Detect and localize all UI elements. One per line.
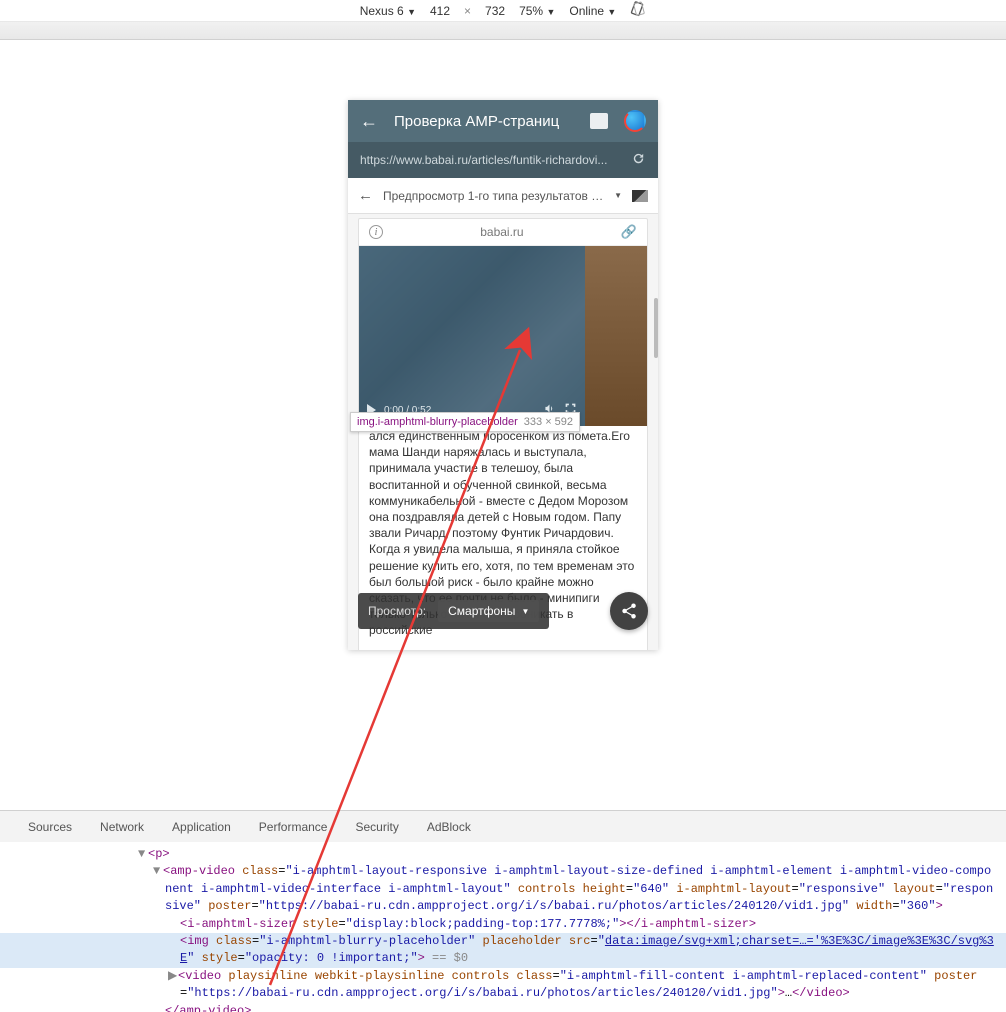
refresh-icon[interactable] [631,151,646,169]
viewport-height[interactable]: 732 [485,4,505,18]
tab-adblock[interactable]: AdBlock [427,820,471,834]
view-label: Просмотр: [368,604,426,618]
link-icon[interactable]: 🔗 [621,224,637,240]
card-header: i babai.ru 🔗 [359,219,647,246]
tab-security[interactable]: Security [355,820,398,834]
viewport-width[interactable]: 412 [430,4,450,18]
code-line[interactable]: ▼<amp-video class="i-amphtml-layout-resp… [0,863,1006,915]
scrollbar-thumb[interactable] [654,298,658,358]
preview-label: Предпросмотр 1-го типа результатов (П... [383,189,604,203]
device-selector[interactable]: Nexus 6 ▼ [360,4,416,18]
network-selector[interactable]: Online ▼ [569,4,616,18]
tooltip-selector: img.i-amphtml-blurry-placeholder [357,416,518,428]
result-card: i babai.ru 🔗 0:00 / 0:52 [358,218,648,650]
tab-performance[interactable]: Performance [259,820,328,834]
preview-back-icon[interactable]: ← [358,187,373,204]
info-icon[interactable]: i [369,225,383,239]
dimension-separator: × [464,4,471,18]
graduation-icon[interactable] [632,190,648,202]
rotate-icon[interactable] [630,1,646,20]
device-type-dropdown[interactable]: Смартфоны ▼ [438,600,539,622]
app-title: Проверка AMP-страниц [394,113,574,130]
ruler [0,22,1006,40]
code-line[interactable]: ▶<video playsinline webkit-playsinline c… [0,968,1006,1003]
zoom-selector[interactable]: 75% ▼ [519,4,555,18]
device-toolbar: Nexus 6 ▼ 412 × 732 75% ▼ Online ▼ [0,0,1006,22]
code-line-selected[interactable]: <img class="i-amphtml-blurry-placeholder… [0,933,1006,968]
result-domain: babai.ru [383,225,621,239]
device-frame: ← Проверка AMP-страниц https://www.babai… [348,100,658,650]
device-bottom-controls: Просмотр: Смартфоны ▼ [358,592,648,630]
preview-bar: ← Предпросмотр 1-го типа результатов (П.… [348,178,658,214]
result-area: i babai.ru 🔗 0:00 / 0:52 [348,214,658,650]
device-preview-area: ← Проверка AMP-страниц https://www.babai… [0,40,1006,820]
tab-network[interactable]: Network [100,820,144,834]
inspect-highlight-overlay [359,246,585,426]
share-fab[interactable] [610,592,648,630]
chat-icon[interactable] [590,113,608,129]
video-player[interactable]: 0:00 / 0:52 [359,246,585,426]
tooltip-dimensions: 333 × 592 [524,416,573,428]
bug-icon[interactable] [624,110,646,132]
view-selector-pill: Просмотр: Смартфоны ▼ [358,593,549,629]
inspect-tooltip: img.i-amphtml-blurry-placeholder 333 × 5… [350,412,580,432]
elements-panel[interactable]: ▼<p> ▼<amp-video class="i-amphtml-layout… [0,842,1006,1012]
tab-sources[interactable]: Sources [28,820,72,834]
app-header: ← Проверка AMP-страниц [348,100,658,142]
code-line[interactable]: ▼<p> [0,846,1006,863]
url-text[interactable]: https://www.babai.ru/articles/funtik-ric… [360,153,621,167]
devtools-tabs: Sources Network Application Performance … [0,810,1006,842]
back-arrow-icon[interactable]: ← [360,111,378,132]
tab-application[interactable]: Application [172,820,231,834]
video-container[interactable]: 0:00 / 0:52 [359,246,647,426]
preview-dropdown-icon[interactable]: ▼ [614,191,622,200]
code-line[interactable]: <i-amphtml-sizer style="display:block;pa… [0,916,1006,933]
video-side-image [585,246,647,426]
url-bar: https://www.babai.ru/articles/funtik-ric… [348,142,658,178]
